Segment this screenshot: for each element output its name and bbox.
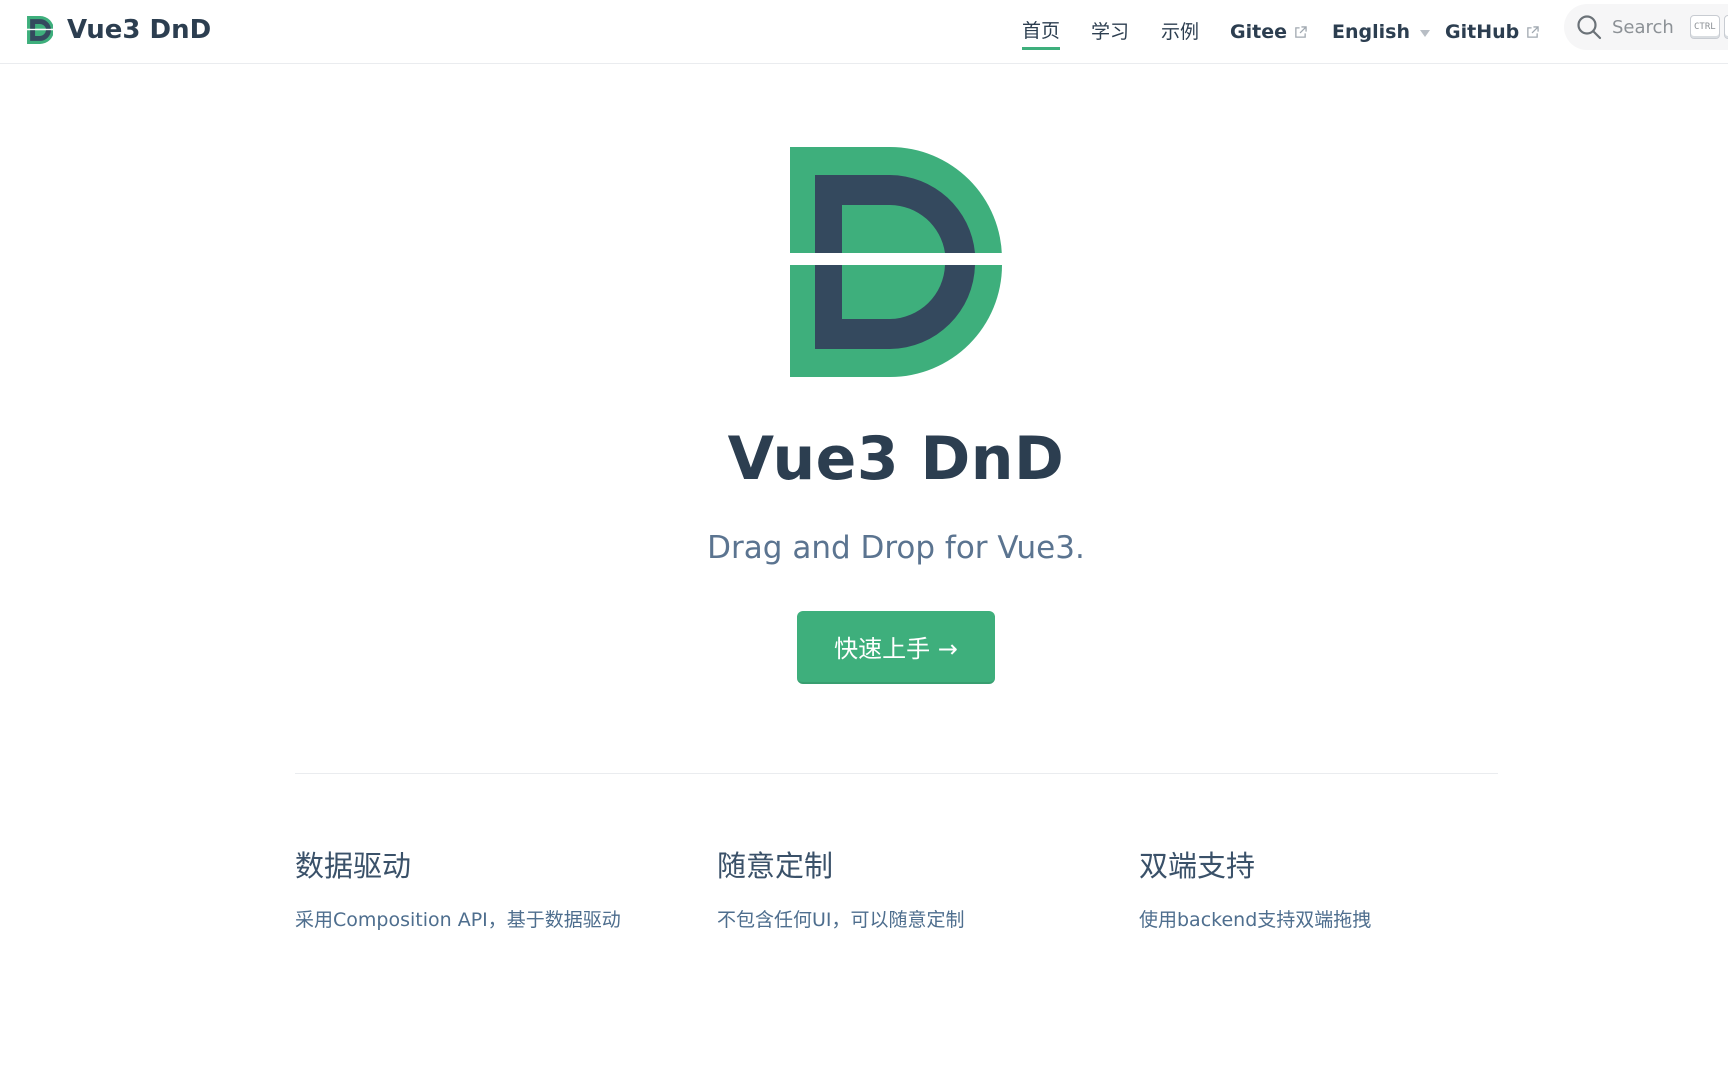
site-title: Vue3 DnD bbox=[67, 15, 212, 45]
nav-gitee-label: Gitee bbox=[1230, 21, 1287, 43]
hero-title: Vue3 DnD bbox=[727, 424, 1065, 494]
hero-logo-icon bbox=[790, 147, 1002, 377]
top-navbar: Vue3 DnD 首页 学习 示例 Gitee English GitHub S… bbox=[0, 0, 1728, 64]
external-link-icon bbox=[1527, 25, 1539, 38]
home-link[interactable]: Vue3 DnD bbox=[27, 10, 211, 50]
nav-learn[interactable]: 学习 bbox=[1091, 14, 1129, 50]
nav-gitee[interactable]: Gitee bbox=[1230, 14, 1307, 50]
nav-github-label: GitHub bbox=[1445, 21, 1520, 43]
keyboard-shortcut-badge-k bbox=[1723, 15, 1728, 39]
feature-card: 数据驱动 采用Composition API，基于数据驱动 bbox=[295, 843, 695, 932]
feature-title: 双端支持 bbox=[1139, 849, 1256, 883]
language-label: English bbox=[1332, 21, 1410, 43]
feature-card: 随意定制 不包含任何UI，可以随意定制 bbox=[717, 843, 1117, 932]
nav-home[interactable]: 首页 bbox=[1022, 14, 1061, 50]
feature-title: 随意定制 bbox=[717, 849, 834, 883]
logo-icon bbox=[27, 16, 53, 44]
feature-title: 数据驱动 bbox=[295, 849, 412, 883]
feature-card: 双端支持 使用backend支持双端拖拽 bbox=[1139, 843, 1539, 932]
feature-description: 使用backend支持双端拖拽 bbox=[1139, 909, 1372, 931]
language-dropdown[interactable]: English bbox=[1332, 14, 1430, 50]
get-started-button[interactable]: 快速上手 → bbox=[797, 611, 995, 684]
nav-examples[interactable]: 示例 bbox=[1161, 14, 1199, 50]
feature-description: 采用Composition API，基于数据驱动 bbox=[295, 909, 621, 931]
keyboard-shortcut-badge: CTRL bbox=[1689, 15, 1720, 39]
section-divider bbox=[295, 773, 1498, 774]
search-label: Search bbox=[1612, 16, 1674, 38]
chevron-down-icon bbox=[1419, 30, 1430, 37]
search-button[interactable]: Search CTRL bbox=[1564, 4, 1728, 50]
feature-description: 不包含任何UI，可以随意定制 bbox=[717, 909, 965, 931]
nav-github[interactable]: GitHub bbox=[1445, 14, 1539, 50]
external-link-icon bbox=[1295, 25, 1307, 38]
search-icon bbox=[1577, 15, 1602, 40]
hero-tagline: Drag and Drop for Vue3. bbox=[707, 530, 1085, 566]
